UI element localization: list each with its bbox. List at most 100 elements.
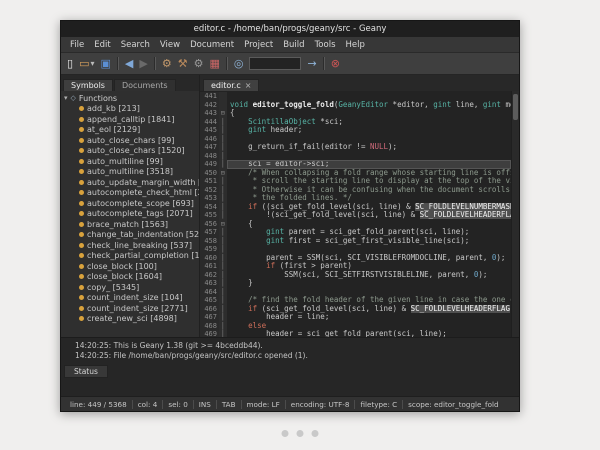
save-icon[interactable]: ▣ [100,53,110,74]
code-line[interactable]: 462│ SSM(sci, SCI_SETFIRSTVISIBLELINE, p… [200,271,511,280]
menu-item-tools[interactable]: Tools [310,40,341,50]
code-line[interactable]: 461│ if (first > parent) [200,262,511,271]
open-dropdown-icon[interactable]: ▾ [90,53,94,74]
symbol-item[interactable]: autocomplete_tags [2071] [61,209,199,220]
code-line[interactable]: 464│ [200,288,511,297]
menu-item-build[interactable]: Build [278,40,309,50]
symbol-item[interactable]: add_kb [213] [61,104,199,115]
editor-scrollbar[interactable] [511,91,519,337]
open-folder-icon[interactable]: ▭ [79,53,89,74]
code-line[interactable]: 465│ /* find the fold header of the give… [200,296,511,305]
symbol-item[interactable]: count_indent_size [104] [61,293,199,304]
menu-item-file[interactable]: File [65,40,89,50]
code-line[interactable]: 450⊟ /* When collapsing a fold range who… [200,169,511,178]
title-bar[interactable]: editor.c - /home/ban/progs/geany/src - G… [61,21,519,37]
tab-close-icon[interactable]: × [245,81,252,90]
code-line[interactable]: 448│ [200,152,511,161]
code-line[interactable]: 455│ !(sci_get_fold_level(sci, line) & S… [200,211,511,220]
symbol-item[interactable]: at_eol [2129] [61,125,199,136]
goto-line-icon[interactable]: → [307,53,316,74]
expander-icon[interactable]: ▾ [64,94,68,102]
message-tab-bar: Status [61,365,519,378]
code-line[interactable]: 466│ if (sci_get_fold_level(sci, line) &… [200,305,511,314]
symbol-item[interactable]: autocomplete_check_html [2208] [61,188,199,199]
editor[interactable]: 441442void editor_toggle_fold(GeanyEdito… [200,91,519,337]
symbol-item[interactable]: auto_close_chars [99] [61,135,199,146]
line-number: 441 [200,92,219,101]
symbol-item[interactable]: auto_update_margin_width [989] [61,177,199,188]
code-line[interactable]: 445│ gint header; [200,126,511,135]
code-line[interactable]: 454│ if ((sci_get_fold_level(sci, line) … [200,203,511,212]
symbol-item[interactable]: copy_ [5345] [61,282,199,293]
code-line[interactable]: 458│ gint first = sci_get_first_visible_… [200,237,511,246]
find-icon[interactable]: ◎ [234,53,244,74]
new-document-icon[interactable]: ▯ [67,53,73,74]
symbol-item[interactable]: auto_multiline [99] [61,156,199,167]
symbol-item[interactable]: check_partial_completion [1016] [61,251,199,262]
symbol-item[interactable]: append_calltip [1841] [61,114,199,125]
code-line[interactable]: 459│ [200,245,511,254]
navigate-forward-icon[interactable]: ▶ [139,53,147,74]
code-line[interactable]: 452│ * Otherwise it can be confusing whe… [200,186,511,195]
method-icon [79,264,84,269]
menu-item-help[interactable]: Help [341,40,370,50]
symbol-label: add_kb [213] [87,104,140,113]
fold-marker-icon[interactable]: ⊟ [219,109,227,118]
code-line[interactable]: 468│ else [200,322,511,331]
color-chooser-icon[interactable]: ▦ [209,53,219,74]
goto-line-entry[interactable] [249,57,301,70]
carousel-dot[interactable] [282,430,289,437]
symbol-item[interactable]: brace_match [1563] [61,219,199,230]
code-line[interactable]: 469│ header = sci_get_fold_parent(sci, l… [200,330,511,337]
line-number: 453 [200,194,219,203]
sidebar-tab-documents[interactable]: Documents [114,79,176,91]
symbol-item[interactable]: check_line_breaking [537] [61,240,199,251]
sidebar-tab-symbols[interactable]: Symbols [63,79,113,91]
code-line[interactable]: 463│ } [200,279,511,288]
code-line[interactable]: 442void editor_toggle_fold(GeanyEditor *… [200,101,511,110]
line-number: 455 [200,211,219,220]
build-icon[interactable]: ⚒ [178,53,188,74]
symbol-item[interactable]: auto_close_chars [1520] [61,146,199,157]
code-line[interactable]: 449│ sci = editor->sci; [200,160,511,169]
code-line[interactable]: 467│ header = line; [200,313,511,322]
toolbar-separator [117,57,119,70]
code-line[interactable]: 451│ * scroll the starting line to displ… [200,177,511,186]
symbol-item[interactable]: create_new_sci [4898] [61,314,199,325]
symbol-item[interactable]: close_block [100] [61,261,199,272]
carousel-dot[interactable] [312,430,319,437]
editor-tab[interactable]: editor.c × [203,79,259,91]
quit-icon[interactable]: ⊗ [331,53,340,74]
symbol-item[interactable]: count_indent_size [2771] [61,303,199,314]
screenshot-page: editor.c - /home/ban/progs/geany/src - G… [0,0,600,450]
code-line[interactable]: 443⊟{ [200,109,511,118]
menu-item-edit[interactable]: Edit [89,40,115,50]
fold-marker-icon[interactable]: ⊟ [219,220,227,229]
menu-item-view[interactable]: View [155,40,185,50]
code-line[interactable]: 446│ [200,135,511,144]
code-line[interactable]: 444│ ScintillaObject *sci; [200,118,511,127]
navigate-back-icon[interactable]: ◀ [125,53,133,74]
symbols-root-row[interactable]: ▾◇Functions [61,93,199,104]
symbol-item[interactable]: change_tab_indentation [5210] [61,230,199,241]
code-line[interactable]: 441 [200,92,511,101]
code-area[interactable]: 441442void editor_toggle_fold(GeanyEdito… [200,91,511,337]
symbols-tree: ▾◇Functionsadd_kb [213]append_calltip [1… [61,91,199,337]
scrollbar-thumb[interactable] [513,94,518,120]
code-line[interactable]: 453│ * the folded lines. */ [200,194,511,203]
code-line[interactable]: 457│ gint parent = sci_get_fold_parent(s… [200,228,511,237]
menu-item-project[interactable]: Project [239,40,278,50]
carousel-dot[interactable] [297,430,304,437]
code-line[interactable]: 447│ g_return_if_fail(editor != NULL); [200,143,511,152]
menu-item-search[interactable]: Search [116,40,155,50]
symbol-item[interactable]: close_block [1604] [61,272,199,283]
compile-icon[interactable]: ⚙ [162,53,172,74]
code-line[interactable]: 460│ parent = SSM(sci, SCI_VISIBLEFROMDO… [200,254,511,263]
message-tab-status[interactable]: Status [64,365,108,378]
symbol-item[interactable]: autocomplete_scope [693] [61,198,199,209]
execute-icon[interactable]: ⚙ [194,53,204,74]
fold-marker-icon[interactable]: ⊟ [219,169,227,178]
symbol-item[interactable]: auto_multiline [3518] [61,167,199,178]
menu-item-document[interactable]: Document [185,40,239,50]
code-line[interactable]: 456⊟ { [200,220,511,229]
